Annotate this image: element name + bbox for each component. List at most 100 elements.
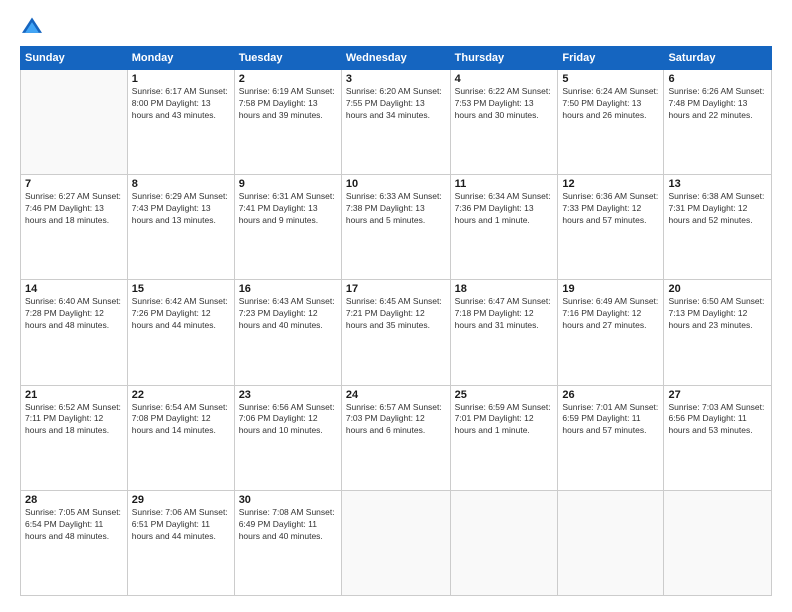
day-number: 8 xyxy=(132,178,230,190)
day-number: 22 xyxy=(132,389,230,401)
day-info: Sunrise: 6:42 AM Sunset: 7:26 PM Dayligh… xyxy=(132,296,230,332)
day-number: 20 xyxy=(668,283,767,295)
day-number: 15 xyxy=(132,283,230,295)
weekday-header-wednesday: Wednesday xyxy=(341,47,450,70)
day-info: Sunrise: 6:22 AM Sunset: 7:53 PM Dayligh… xyxy=(455,86,554,122)
day-info: Sunrise: 6:31 AM Sunset: 7:41 PM Dayligh… xyxy=(239,191,337,227)
day-number: 21 xyxy=(25,389,123,401)
day-cell: 19Sunrise: 6:49 AM Sunset: 7:16 PM Dayli… xyxy=(558,280,664,385)
day-cell: 24Sunrise: 6:57 AM Sunset: 7:03 PM Dayli… xyxy=(341,385,450,490)
day-cell: 25Sunrise: 6:59 AM Sunset: 7:01 PM Dayli… xyxy=(450,385,558,490)
day-number: 25 xyxy=(455,389,554,401)
day-info: Sunrise: 6:52 AM Sunset: 7:11 PM Dayligh… xyxy=(25,402,123,438)
day-cell: 6Sunrise: 6:26 AM Sunset: 7:48 PM Daylig… xyxy=(664,70,772,175)
header xyxy=(20,16,772,36)
day-number: 18 xyxy=(455,283,554,295)
week-row-4: 21Sunrise: 6:52 AM Sunset: 7:11 PM Dayli… xyxy=(21,385,772,490)
day-cell: 23Sunrise: 6:56 AM Sunset: 7:06 PM Dayli… xyxy=(234,385,341,490)
day-info: Sunrise: 6:54 AM Sunset: 7:08 PM Dayligh… xyxy=(132,402,230,438)
day-cell: 9Sunrise: 6:31 AM Sunset: 7:41 PM Daylig… xyxy=(234,175,341,280)
day-info: Sunrise: 6:56 AM Sunset: 7:06 PM Dayligh… xyxy=(239,402,337,438)
day-cell: 29Sunrise: 7:06 AM Sunset: 6:51 PM Dayli… xyxy=(127,490,234,595)
day-cell: 20Sunrise: 6:50 AM Sunset: 7:13 PM Dayli… xyxy=(664,280,772,385)
day-number: 3 xyxy=(346,73,446,85)
day-info: Sunrise: 6:40 AM Sunset: 7:28 PM Dayligh… xyxy=(25,296,123,332)
week-row-5: 28Sunrise: 7:05 AM Sunset: 6:54 PM Dayli… xyxy=(21,490,772,595)
page: SundayMondayTuesdayWednesdayThursdayFrid… xyxy=(0,0,792,612)
day-info: Sunrise: 6:33 AM Sunset: 7:38 PM Dayligh… xyxy=(346,191,446,227)
day-cell xyxy=(558,490,664,595)
day-info: Sunrise: 6:17 AM Sunset: 8:00 PM Dayligh… xyxy=(132,86,230,122)
day-cell: 4Sunrise: 6:22 AM Sunset: 7:53 PM Daylig… xyxy=(450,70,558,175)
day-number: 26 xyxy=(562,389,659,401)
day-info: Sunrise: 6:29 AM Sunset: 7:43 PM Dayligh… xyxy=(132,191,230,227)
day-info: Sunrise: 7:06 AM Sunset: 6:51 PM Dayligh… xyxy=(132,507,230,543)
week-row-3: 14Sunrise: 6:40 AM Sunset: 7:28 PM Dayli… xyxy=(21,280,772,385)
day-cell: 26Sunrise: 7:01 AM Sunset: 6:59 PM Dayli… xyxy=(558,385,664,490)
day-number: 24 xyxy=(346,389,446,401)
day-number: 17 xyxy=(346,283,446,295)
day-number: 1 xyxy=(132,73,230,85)
day-number: 19 xyxy=(562,283,659,295)
weekday-header-sunday: Sunday xyxy=(21,47,128,70)
day-number: 11 xyxy=(455,178,554,190)
day-number: 10 xyxy=(346,178,446,190)
day-cell: 7Sunrise: 6:27 AM Sunset: 7:46 PM Daylig… xyxy=(21,175,128,280)
day-info: Sunrise: 6:20 AM Sunset: 7:55 PM Dayligh… xyxy=(346,86,446,122)
logo-icon xyxy=(20,16,44,36)
day-cell: 13Sunrise: 6:38 AM Sunset: 7:31 PM Dayli… xyxy=(664,175,772,280)
day-number: 6 xyxy=(668,73,767,85)
day-number: 9 xyxy=(239,178,337,190)
day-info: Sunrise: 6:43 AM Sunset: 7:23 PM Dayligh… xyxy=(239,296,337,332)
week-row-2: 7Sunrise: 6:27 AM Sunset: 7:46 PM Daylig… xyxy=(21,175,772,280)
day-cell: 5Sunrise: 6:24 AM Sunset: 7:50 PM Daylig… xyxy=(558,70,664,175)
weekday-header-monday: Monday xyxy=(127,47,234,70)
day-cell: 15Sunrise: 6:42 AM Sunset: 7:26 PM Dayli… xyxy=(127,280,234,385)
day-cell: 21Sunrise: 6:52 AM Sunset: 7:11 PM Dayli… xyxy=(21,385,128,490)
day-cell: 16Sunrise: 6:43 AM Sunset: 7:23 PM Dayli… xyxy=(234,280,341,385)
weekday-header-saturday: Saturday xyxy=(664,47,772,70)
logo xyxy=(20,16,48,36)
day-number: 7 xyxy=(25,178,123,190)
day-info: Sunrise: 7:05 AM Sunset: 6:54 PM Dayligh… xyxy=(25,507,123,543)
day-number: 27 xyxy=(668,389,767,401)
day-number: 30 xyxy=(239,494,337,506)
day-cell xyxy=(341,490,450,595)
day-info: Sunrise: 6:47 AM Sunset: 7:18 PM Dayligh… xyxy=(455,296,554,332)
day-info: Sunrise: 6:19 AM Sunset: 7:58 PM Dayligh… xyxy=(239,86,337,122)
day-cell xyxy=(450,490,558,595)
weekday-header-row: SundayMondayTuesdayWednesdayThursdayFrid… xyxy=(21,47,772,70)
calendar: SundayMondayTuesdayWednesdayThursdayFrid… xyxy=(20,46,772,596)
day-info: Sunrise: 7:01 AM Sunset: 6:59 PM Dayligh… xyxy=(562,402,659,438)
day-info: Sunrise: 6:27 AM Sunset: 7:46 PM Dayligh… xyxy=(25,191,123,227)
day-cell: 22Sunrise: 6:54 AM Sunset: 7:08 PM Dayli… xyxy=(127,385,234,490)
day-info: Sunrise: 7:08 AM Sunset: 6:49 PM Dayligh… xyxy=(239,507,337,543)
day-info: Sunrise: 6:57 AM Sunset: 7:03 PM Dayligh… xyxy=(346,402,446,438)
day-info: Sunrise: 6:34 AM Sunset: 7:36 PM Dayligh… xyxy=(455,191,554,227)
weekday-header-friday: Friday xyxy=(558,47,664,70)
day-info: Sunrise: 7:03 AM Sunset: 6:56 PM Dayligh… xyxy=(668,402,767,438)
day-info: Sunrise: 6:38 AM Sunset: 7:31 PM Dayligh… xyxy=(668,191,767,227)
day-number: 13 xyxy=(668,178,767,190)
day-cell: 12Sunrise: 6:36 AM Sunset: 7:33 PM Dayli… xyxy=(558,175,664,280)
day-cell: 17Sunrise: 6:45 AM Sunset: 7:21 PM Dayli… xyxy=(341,280,450,385)
day-cell: 11Sunrise: 6:34 AM Sunset: 7:36 PM Dayli… xyxy=(450,175,558,280)
weekday-header-tuesday: Tuesday xyxy=(234,47,341,70)
day-cell: 8Sunrise: 6:29 AM Sunset: 7:43 PM Daylig… xyxy=(127,175,234,280)
day-number: 16 xyxy=(239,283,337,295)
day-number: 28 xyxy=(25,494,123,506)
day-info: Sunrise: 6:36 AM Sunset: 7:33 PM Dayligh… xyxy=(562,191,659,227)
day-info: Sunrise: 6:45 AM Sunset: 7:21 PM Dayligh… xyxy=(346,296,446,332)
day-info: Sunrise: 6:24 AM Sunset: 7:50 PM Dayligh… xyxy=(562,86,659,122)
weekday-header-thursday: Thursday xyxy=(450,47,558,70)
day-cell: 18Sunrise: 6:47 AM Sunset: 7:18 PM Dayli… xyxy=(450,280,558,385)
day-cell: 28Sunrise: 7:05 AM Sunset: 6:54 PM Dayli… xyxy=(21,490,128,595)
day-cell: 3Sunrise: 6:20 AM Sunset: 7:55 PM Daylig… xyxy=(341,70,450,175)
week-row-1: 1Sunrise: 6:17 AM Sunset: 8:00 PM Daylig… xyxy=(21,70,772,175)
day-number: 4 xyxy=(455,73,554,85)
day-cell: 10Sunrise: 6:33 AM Sunset: 7:38 PM Dayli… xyxy=(341,175,450,280)
day-number: 5 xyxy=(562,73,659,85)
day-cell: 27Sunrise: 7:03 AM Sunset: 6:56 PM Dayli… xyxy=(664,385,772,490)
day-cell: 14Sunrise: 6:40 AM Sunset: 7:28 PM Dayli… xyxy=(21,280,128,385)
day-info: Sunrise: 6:50 AM Sunset: 7:13 PM Dayligh… xyxy=(668,296,767,332)
